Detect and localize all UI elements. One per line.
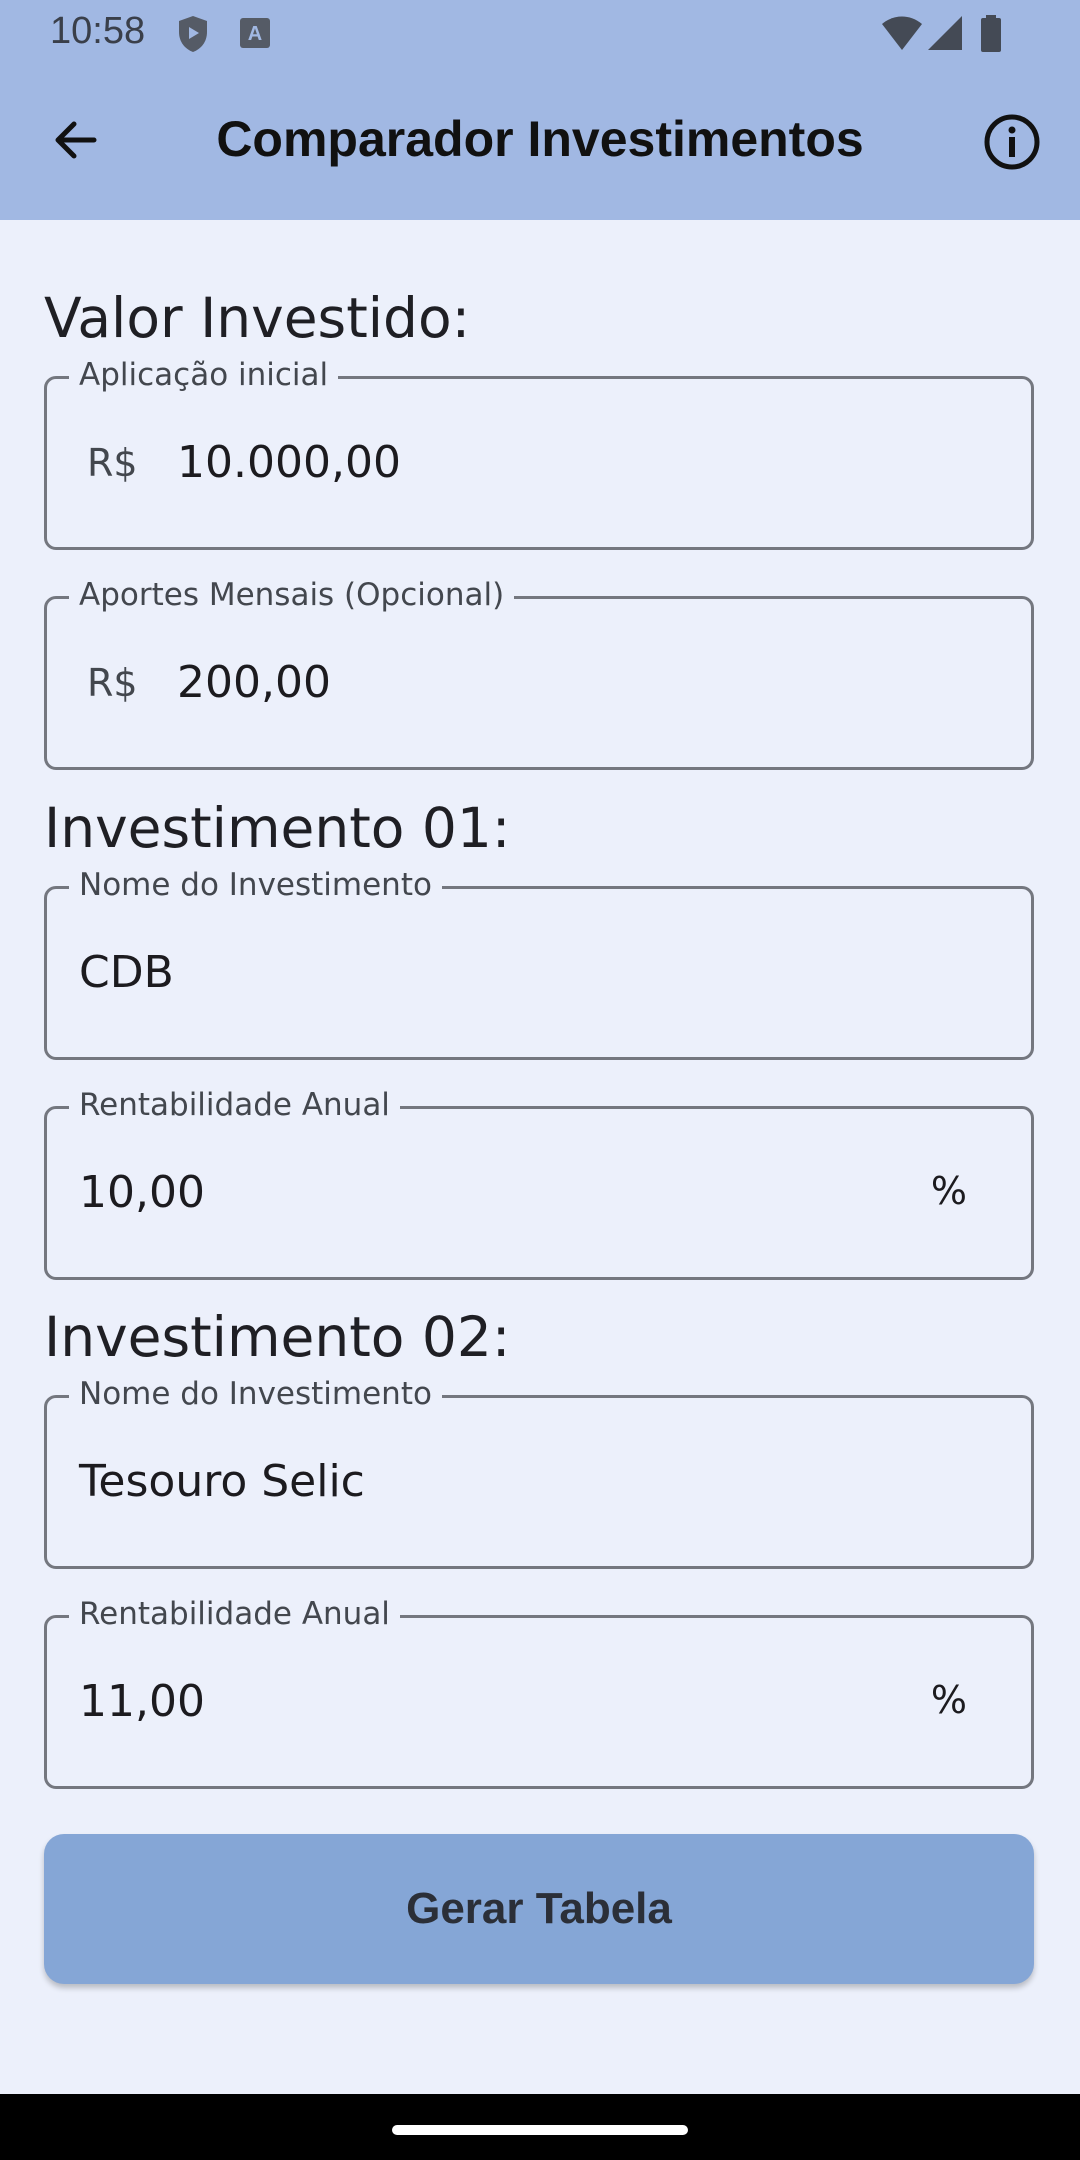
aportes-mensais-field[interactable]: Aportes Mensais (Opcional) R$ 200,00 — [44, 577, 1034, 770]
status-time: 10:58 — [50, 10, 146, 52]
section-title-investimento-01: Investimento 01: — [44, 796, 511, 860]
field-value: Tesouro Selic — [79, 1456, 365, 1507]
currency-prefix: R$ — [87, 441, 138, 485]
field-label: Rentabilidade Anual — [69, 1087, 400, 1123]
investimento-01-rentabilidade-field[interactable]: Rentabilidade Anual 10,00 % — [44, 1087, 1034, 1280]
home-gesture-handle[interactable] — [392, 2125, 688, 2135]
section-title-valor-investido: Valor Investido: — [44, 286, 471, 350]
field-label: Rentabilidade Anual — [69, 1596, 400, 1632]
info-button[interactable] — [980, 110, 1044, 174]
currency-prefix: R$ — [87, 661, 138, 705]
field-value: 11,00 — [79, 1676, 205, 1727]
gerar-tabela-button[interactable]: Gerar Tabela — [44, 1834, 1034, 1984]
investimento-02-rentabilidade-field[interactable]: Rentabilidade Anual 11,00 % — [44, 1596, 1034, 1789]
section-title-investimento-02: Investimento 02: — [44, 1305, 511, 1369]
field-value: 200,00 — [177, 657, 331, 708]
svg-text:A: A — [248, 23, 262, 45]
page-title: Comparador Investimentos — [216, 111, 864, 167]
shield-play-icon — [179, 16, 207, 52]
field-value: CDB — [79, 947, 174, 998]
info-icon — [984, 114, 1040, 170]
field-value: 10,00 — [79, 1167, 205, 1218]
wifi-icon — [882, 16, 922, 50]
battery-icon — [981, 15, 1001, 52]
field-label: Aplicação inicial — [69, 357, 339, 393]
field-value: 10.000,00 — [177, 437, 401, 488]
field-label: Aportes Mensais (Opcional) — [69, 577, 515, 613]
signal-icon — [928, 16, 962, 50]
aplicacao-inicial-field[interactable]: Aplicação inicial R$ 10.000,00 — [44, 357, 1034, 550]
investimento-01-nome-field[interactable]: Nome do Investimento CDB — [44, 867, 1034, 1060]
percent-suffix: % — [930, 1169, 967, 1213]
text-a-icon: A — [240, 18, 270, 48]
investimento-02-nome-field[interactable]: Nome do Investimento Tesouro Selic — [44, 1376, 1034, 1569]
field-label: Nome do Investimento — [69, 1376, 442, 1412]
percent-suffix: % — [930, 1678, 967, 1722]
field-label: Nome do Investimento — [69, 867, 442, 903]
app-bar: 10:58 A Comparador Investimentos — [0, 0, 1080, 220]
